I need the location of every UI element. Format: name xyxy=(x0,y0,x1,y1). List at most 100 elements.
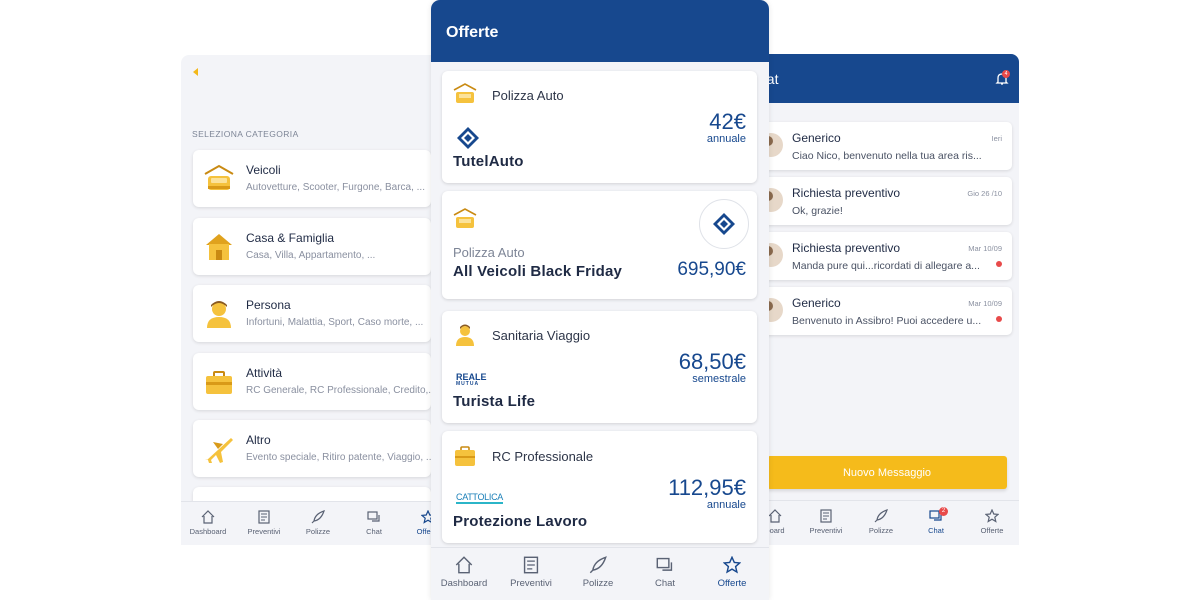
offer-product: TutelAuto xyxy=(453,153,524,170)
nav-label: Polizze xyxy=(305,527,331,536)
offer-card[interactable]: Polizza Auto All Veicoli Black Friday 69… xyxy=(442,191,757,299)
message-item[interactable]: Generico Ciao Nico, benvenuto nella tua … xyxy=(759,122,1012,170)
category-subtitle: RC Generale, RC Professionale, Credito,.… xyxy=(246,385,437,396)
unread-indicator xyxy=(996,316,1002,322)
insurer-logo-icon xyxy=(713,213,735,235)
nav-polizze[interactable]: Polizze xyxy=(293,510,343,536)
nav-offerte[interactable]: Offerte xyxy=(967,509,1017,535)
category-card-casa[interactable]: Casa & Famiglia Casa, Villa, Appartament… xyxy=(193,218,431,275)
document-icon xyxy=(820,509,832,523)
chat-icon xyxy=(367,511,380,522)
nav-dashboard[interactable]: Dashboard xyxy=(431,556,497,589)
category-card-altro[interactable]: Altro Evento speciale, Ritiro patente, V… xyxy=(193,420,434,477)
new-message-button[interactable]: Nuovo Messaggio xyxy=(767,456,1007,489)
document-icon xyxy=(523,556,539,574)
offer-product: All Veicoli Black Friday xyxy=(453,263,623,280)
nav-dashboard[interactable]: Dashboard xyxy=(183,510,233,536)
nav-chat[interactable]: Chat 2 xyxy=(911,507,961,535)
message-item[interactable]: Richiesta preventivo Manda pure qui...ri… xyxy=(759,232,1012,280)
chat-screen: hat 4 Generico Ciao Nico, benvenuto nell… xyxy=(759,54,1019,545)
message-sender: Richiesta preventivo xyxy=(792,241,901,255)
car-garage-icon xyxy=(453,83,477,103)
message-item[interactable]: Richiesta preventivo Ok, grazie! Gio 26 … xyxy=(759,177,1012,225)
offer-period: semestrale xyxy=(692,373,746,385)
offer-price: 68,50€ xyxy=(678,349,746,374)
document-icon xyxy=(258,510,270,524)
nav-label: Preventivi xyxy=(510,578,552,589)
insurer-logo-icon xyxy=(457,127,479,149)
offer-period: annuale xyxy=(706,133,746,145)
message-preview: Manda pure qui...ricordati di allegare a… xyxy=(792,260,980,272)
nav-label: Dashboard xyxy=(440,578,488,589)
bottom-nav: board Preventivi Polizze Chat 2 Offerte xyxy=(759,500,1019,545)
insurer-logo: CATTOLICA xyxy=(456,492,503,504)
nav-preventivi[interactable]: Preventivi xyxy=(801,509,851,535)
app-showcase: SELEZIONA CATEGORIA Veicoli Autovetture,… xyxy=(0,0,1200,600)
category-subtitle: Casa, Villa, Appartamento, ... xyxy=(246,250,376,261)
offer-card[interactable]: Sanitaria Viaggio REALE MUTUA Turista Li… xyxy=(442,311,757,423)
nav-preventivi[interactable]: Preventivi xyxy=(239,510,289,536)
insurer-logo-subtext: MUTUA xyxy=(456,381,480,387)
offer-price: 112,95€ xyxy=(668,475,746,500)
rocket-icon xyxy=(311,510,325,524)
briefcase-icon xyxy=(206,371,232,394)
bottom-nav: Dashboard Preventivi Polizze Chat Offert… xyxy=(431,547,769,600)
message-preview: Ciao Nico, benvenuto nella tua area ris.… xyxy=(792,150,982,162)
nav-chat[interactable]: Chat xyxy=(632,556,698,589)
rocket-icon xyxy=(874,509,888,523)
category-title: Persona xyxy=(246,298,291,312)
message-sender: Richiesta preventivo xyxy=(792,186,901,200)
message-date: Ieri xyxy=(991,134,1002,143)
bottom-nav: Dashboard Preventivi Polizze Chat Offert… xyxy=(181,501,441,545)
category-title: Veicoli xyxy=(246,163,281,177)
offer-product: Protezione Lavoro xyxy=(453,513,588,530)
nav-polizze[interactable]: Polizze xyxy=(565,556,631,589)
nav-label: Dashboard xyxy=(189,527,227,536)
star-icon xyxy=(985,509,999,523)
rocket-icon xyxy=(589,556,607,574)
house-icon xyxy=(206,234,232,260)
offer-card[interactable]: Polizza Auto TutelAuto 42€ annuale xyxy=(442,71,757,183)
message-item[interactable]: Generico Benvenuto in Assibro! Puoi acce… xyxy=(759,287,1012,335)
home-icon xyxy=(455,556,473,574)
home-icon xyxy=(201,510,215,524)
person-icon xyxy=(207,301,231,328)
person-icon xyxy=(456,324,474,346)
nav-label: Chat xyxy=(654,578,676,589)
category-title: Attività xyxy=(246,366,283,380)
nav-label: Preventivi xyxy=(809,526,843,535)
category-card-attivita[interactable]: Attività RC Generale, RC Professionale, … xyxy=(193,353,437,410)
message-date: Mar 10/09 xyxy=(968,299,1002,308)
offer-card[interactable]: RC Professionale CATTOLICA Protezione La… xyxy=(442,431,757,543)
offer-price: 695,90€ xyxy=(677,259,746,280)
nav-preventivi[interactable]: Preventivi xyxy=(498,556,564,589)
briefcase-icon xyxy=(455,446,475,466)
chat-header: hat 4 xyxy=(759,54,1019,103)
notification-badge: 4 xyxy=(1002,70,1010,78)
nav-label: Chat xyxy=(928,526,944,535)
car-garage-icon xyxy=(204,164,234,190)
category-screen: SELEZIONA CATEGORIA Veicoli Autovetture,… xyxy=(181,55,441,545)
message-sender: Generico xyxy=(792,131,841,145)
offer-price: 42€ xyxy=(709,109,746,134)
nav-label: Chat xyxy=(366,527,382,536)
back-arrow-icon[interactable] xyxy=(193,68,198,76)
nav-label: Preventivi xyxy=(247,527,281,536)
nav-polizze[interactable]: Polizze xyxy=(856,509,906,535)
section-header: SELEZIONA CATEGORIA xyxy=(192,129,299,139)
category-subtitle: Infortuni, Malattia, Sport, Caso morte, … xyxy=(246,317,424,328)
category-subtitle: Autovetture, Scooter, Furgone, Barca, ..… xyxy=(246,182,425,193)
chat-badge: 2 xyxy=(939,507,948,516)
nav-label: Polizze xyxy=(868,526,894,535)
chat-icon xyxy=(656,557,673,571)
offer-category: Polizza Auto xyxy=(453,245,525,260)
nav-chat[interactable]: Chat xyxy=(349,510,399,536)
offer-period: annuale xyxy=(706,499,746,511)
page-title: Offerte xyxy=(446,24,499,41)
offers-header: Offerte xyxy=(431,0,769,62)
nav-offerte[interactable]: Offerte xyxy=(699,556,765,589)
unread-indicator xyxy=(996,261,1002,267)
category-card-persona[interactable]: Persona Infortuni, Malattia, Sport, Caso… xyxy=(193,285,431,342)
category-card-veicoli[interactable]: Veicoli Autovetture, Scooter, Furgone, B… xyxy=(193,150,431,207)
home-icon xyxy=(768,509,782,523)
